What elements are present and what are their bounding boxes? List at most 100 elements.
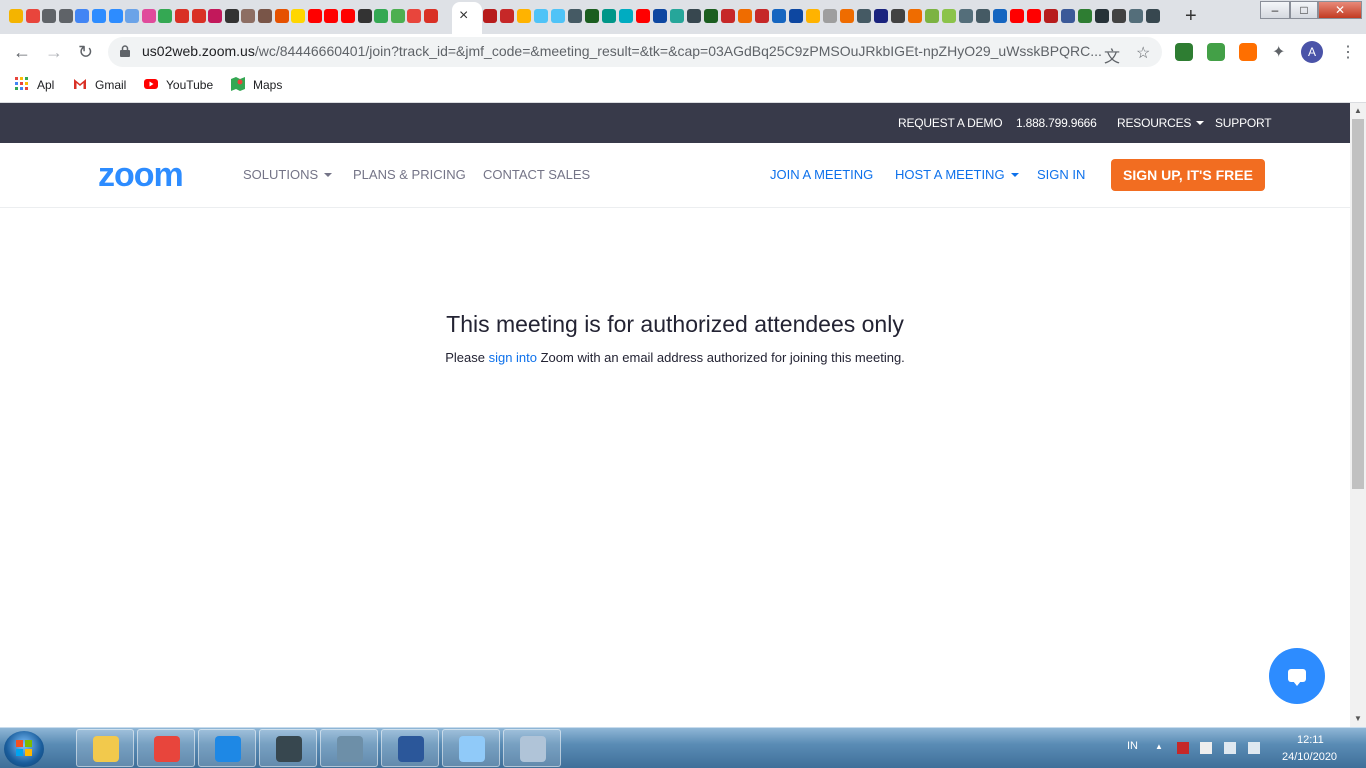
zoom-logo[interactable]: zoom xyxy=(98,157,184,193)
action-center-icon[interactable] xyxy=(1177,742,1189,754)
tab-favicon-icon[interactable] xyxy=(585,9,599,23)
tab-favicon-icon[interactable] xyxy=(602,9,616,23)
solutions-menu[interactable]: SOLUTIONS xyxy=(243,167,333,182)
tab-favicon-icon[interactable] xyxy=(687,9,701,23)
tab-favicon-icon[interactable] xyxy=(857,9,871,23)
tab-favicon-icon[interactable] xyxy=(1129,9,1143,23)
tab-favicon-icon[interactable] xyxy=(1078,9,1092,23)
reload-button[interactable]: ↻ xyxy=(78,42,93,62)
tab-favicon-icon[interactable] xyxy=(551,9,565,23)
tab-favicon-icon[interactable] xyxy=(158,9,173,23)
extension-avg-icon[interactable] xyxy=(1207,43,1225,61)
tab-favicon-icon[interactable] xyxy=(942,9,956,23)
tab-favicon-icon[interactable] xyxy=(517,9,531,23)
clock-time[interactable]: 12:11 xyxy=(1297,734,1324,746)
bookmark-star-icon[interactable]: ☆ xyxy=(1136,43,1150,63)
scroll-down-arrow-icon[interactable]: ▼ xyxy=(1350,711,1366,727)
tab-favicon-icon[interactable] xyxy=(374,9,389,23)
minimize-button[interactable]: ‒ xyxy=(1260,1,1290,19)
taskbar-paint[interactable] xyxy=(442,729,500,767)
taskbar-word[interactable] xyxy=(381,729,439,767)
tab-favicon-icon[interactable] xyxy=(891,9,905,23)
tab-favicon-icon[interactable] xyxy=(959,9,973,23)
address-bar[interactable]: us02web.zoom.us/wc/84446660401/join?trac… xyxy=(108,37,1162,67)
tab-favicon-icon[interactable] xyxy=(721,9,735,23)
tab-favicon-icon[interactable] xyxy=(823,9,837,23)
contact-sales-link[interactable]: CONTACT SALES xyxy=(483,167,590,182)
chat-button[interactable] xyxy=(1269,648,1325,704)
tab-favicon-icon[interactable] xyxy=(407,9,422,23)
profile-avatar[interactable]: A xyxy=(1301,41,1323,63)
tab-favicon-icon[interactable] xyxy=(291,9,306,23)
tab-favicon-icon[interactable] xyxy=(1061,9,1075,23)
tab-favicon-icon[interactable] xyxy=(75,9,90,23)
tab-favicon-icon[interactable] xyxy=(341,9,355,23)
phone-number-link[interactable]: 1.888.799.9666 xyxy=(1016,116,1097,130)
tab-favicon-icon[interactable] xyxy=(9,9,23,23)
bookmark-youtube[interactable]: YouTube xyxy=(144,77,213,93)
tab-favicon-icon[interactable] xyxy=(390,9,405,23)
clock-date[interactable]: 24/10/2020 xyxy=(1282,751,1337,763)
taskbar-internet-explorer[interactable] xyxy=(198,729,256,767)
tab-favicon-icon[interactable] xyxy=(636,9,650,23)
start-button[interactable] xyxy=(4,731,44,767)
tab-favicon-icon[interactable] xyxy=(925,9,939,23)
bookmark-apps[interactable]: Apl xyxy=(15,77,54,93)
join-meeting-link[interactable]: JOIN A MEETING xyxy=(770,167,873,182)
sign-in-link[interactable]: SIGN IN xyxy=(1037,167,1085,182)
host-meeting-menu[interactable]: HOST A MEETING xyxy=(895,167,1019,182)
back-button[interactable]: ← xyxy=(13,42,31,62)
maximize-button[interactable]: □ xyxy=(1290,1,1318,19)
network-signal-icon[interactable] xyxy=(1224,742,1236,754)
show-hidden-icons[interactable]: ▲ xyxy=(1155,742,1163,751)
tab-favicon-icon[interactable] xyxy=(258,9,272,23)
tab-favicon-icon[interactable] xyxy=(976,9,990,23)
bookmark-maps[interactable]: Maps xyxy=(231,77,282,93)
tab-favicon-icon[interactable] xyxy=(208,9,223,23)
tab-favicon-icon[interactable] xyxy=(1027,9,1041,23)
tab-favicon-icon[interactable] xyxy=(92,9,106,23)
tab-favicon-icon[interactable] xyxy=(619,9,633,23)
tab-favicon-icon[interactable] xyxy=(25,9,40,23)
tab-favicon-icon[interactable] xyxy=(789,9,803,23)
tab-favicon-icon[interactable] xyxy=(175,9,189,23)
scrollbar-thumb[interactable] xyxy=(1352,119,1364,489)
volume-icon[interactable] xyxy=(1248,742,1260,754)
taskbar-chrome[interactable] xyxy=(137,729,195,767)
tab-favicon-icon[interactable] xyxy=(483,9,497,23)
tab-favicon-icon[interactable] xyxy=(108,9,123,23)
tab-favicon-icon[interactable] xyxy=(993,9,1007,23)
browser-menu-icon[interactable]: ⋮ xyxy=(1340,42,1356,62)
tab-favicon-icon[interactable] xyxy=(670,9,684,23)
support-link[interactable]: SUPPORT xyxy=(1215,116,1272,130)
tab-favicon-icon[interactable] xyxy=(1112,9,1126,23)
language-indicator[interactable]: IN xyxy=(1127,740,1138,752)
tab-favicon-icon[interactable] xyxy=(1044,9,1058,23)
tab-favicon-icon[interactable] xyxy=(191,9,206,23)
tab-favicon-icon[interactable] xyxy=(534,9,548,23)
tab-favicon-icon[interactable] xyxy=(357,9,372,23)
tab-favicon-icon[interactable] xyxy=(1095,9,1109,23)
tab-favicon-icon[interactable] xyxy=(141,9,156,23)
forward-button[interactable]: → xyxy=(45,42,63,62)
resources-menu[interactable]: RESOURCES xyxy=(1117,116,1205,130)
tab-favicon-icon[interactable] xyxy=(772,9,786,23)
scroll-up-arrow-icon[interactable]: ▲ xyxy=(1350,103,1366,119)
tab-favicon-icon[interactable] xyxy=(125,9,140,23)
plans-pricing-link[interactable]: PLANS & PRICING xyxy=(353,167,466,182)
extension-fire-icon[interactable] xyxy=(1239,43,1257,61)
request-demo-link[interactable]: REQUEST A DEMO xyxy=(898,116,1003,130)
tab-favicon-icon[interactable] xyxy=(307,9,322,23)
tab-favicon-icon[interactable] xyxy=(653,9,667,23)
tab-favicon-icon[interactable] xyxy=(224,9,239,23)
new-tab-button[interactable]: + xyxy=(1185,5,1197,27)
lock-icon[interactable] xyxy=(120,45,130,57)
tab-close-icon[interactable]: × xyxy=(459,7,468,25)
tab-favicon-icon[interactable] xyxy=(840,9,854,23)
tab-favicon-icon[interactable] xyxy=(704,9,718,23)
tab-favicon-icon[interactable] xyxy=(500,9,514,23)
usb-device-icon[interactable] xyxy=(1200,742,1212,754)
window-close-button[interactable]: ✕ xyxy=(1318,1,1362,19)
sign-up-button[interactable]: SIGN UP, IT'S FREE xyxy=(1111,159,1265,191)
tab-favicon-icon[interactable] xyxy=(755,9,769,23)
